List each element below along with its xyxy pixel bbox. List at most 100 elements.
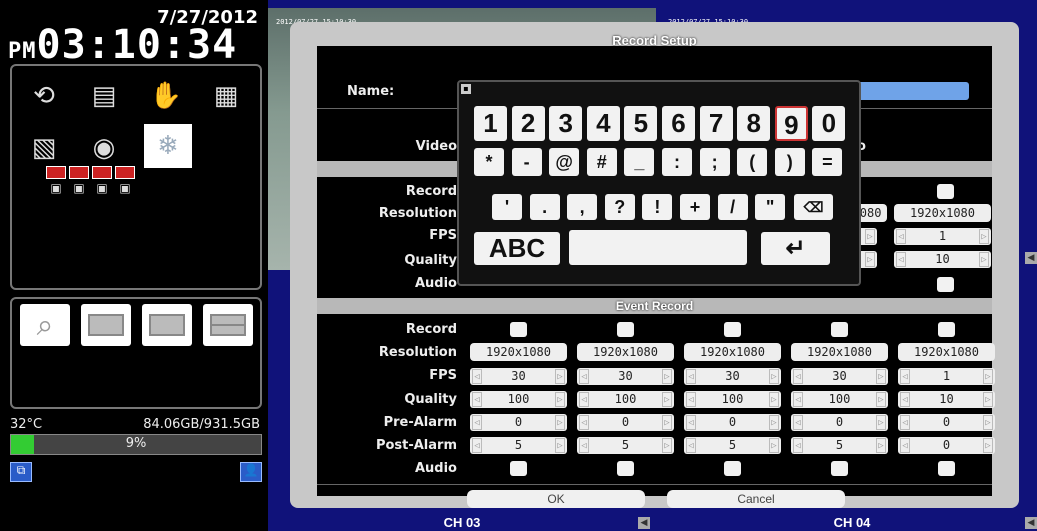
key-6[interactable]: 6: [662, 106, 695, 141]
scroll-left-icon[interactable]: ◀: [1025, 517, 1037, 529]
arrow-right-icon[interactable]: ▷: [662, 415, 672, 430]
record-checkbox[interactable]: [937, 184, 954, 199]
arrow-left-icon[interactable]: ◁: [579, 369, 589, 384]
symbol-key[interactable]: .: [529, 194, 560, 220]
pre-alarm-spinner[interactable]: ◁ 0 ▷: [577, 414, 674, 431]
post-alarm-spinner[interactable]: ◁ 5 ▷: [791, 437, 888, 454]
arrow-right-icon[interactable]: ▷: [555, 438, 565, 453]
symbol-key[interactable]: ,: [567, 194, 598, 220]
arrow-right-icon[interactable]: ▷: [983, 369, 993, 384]
zoom-icon[interactable]: ⌕: [20, 304, 70, 346]
arrow-left-icon[interactable]: ◁: [793, 369, 803, 384]
fps-spinner[interactable]: ◁ 1 ▷: [898, 368, 995, 385]
symbol-key[interactable]: ': [492, 194, 522, 220]
arrow-left-icon[interactable]: ◁: [793, 392, 803, 407]
pre-alarm-spinner[interactable]: ◁ 0 ▷: [684, 414, 781, 431]
arrow-right-icon[interactable]: ▷: [979, 229, 989, 244]
arrow-left-icon[interactable]: ◁: [579, 438, 589, 453]
key-1[interactable]: 1: [474, 106, 507, 141]
audio-checkbox[interactable]: [510, 461, 527, 476]
arrow-left-icon[interactable]: ◁: [900, 392, 910, 407]
symbol-key[interactable]: *: [474, 148, 504, 176]
symbol-key[interactable]: /: [717, 194, 748, 220]
user-icon[interactable]: 👤: [240, 462, 262, 482]
arrow-left-icon[interactable]: ◁: [686, 438, 696, 453]
backspace-key[interactable]: ⌫: [794, 194, 833, 220]
arrow-right-icon[interactable]: ▷: [865, 229, 875, 244]
key-5[interactable]: 5: [624, 106, 658, 141]
ok-button[interactable]: OK: [467, 490, 645, 508]
arrow-left-icon[interactable]: ◁: [686, 415, 696, 430]
symbol-key[interactable]: ): [774, 148, 805, 176]
post-alarm-spinner[interactable]: ◁ 5 ▷: [470, 437, 567, 454]
fps-spinner[interactable]: ◁ 30 ▷: [684, 368, 781, 385]
symbol-key[interactable]: =: [812, 148, 843, 176]
key-7[interactable]: 7: [699, 106, 733, 141]
quality-spinner[interactable]: ◁ 100 ▷: [470, 391, 567, 408]
key-9[interactable]: 9: [774, 106, 808, 141]
camera-icon[interactable]: ◉: [84, 128, 124, 168]
symbol-key[interactable]: ?: [604, 194, 635, 220]
arrow-left-icon[interactable]: ◁: [793, 415, 803, 430]
resolution-select[interactable]: 1920x1080: [894, 204, 991, 222]
symbol-key[interactable]: ": [755, 194, 786, 220]
audio-checkbox[interactable]: [937, 277, 954, 292]
pre-alarm-spinner[interactable]: ◁ 0 ▷: [898, 414, 995, 431]
audio-checkbox[interactable]: [724, 461, 741, 476]
arrow-left-icon[interactable]: ◁: [472, 438, 482, 453]
record-checkbox[interactable]: [617, 322, 634, 337]
symbol-key[interactable]: -: [511, 148, 542, 176]
arrow-left-icon[interactable]: ◁: [900, 438, 910, 453]
ptz-icon[interactable]: ✋: [146, 76, 186, 116]
log-search-icon[interactable]: ▧: [24, 128, 64, 168]
quality-spinner[interactable]: ◁ 10 ▷: [894, 251, 991, 268]
arrow-right-icon[interactable]: ▷: [555, 392, 565, 407]
space-key[interactable]: [569, 230, 747, 265]
resolution-select[interactable]: 1920x1080: [791, 343, 888, 361]
symbol-key[interactable]: (: [737, 148, 768, 176]
arrow-right-icon[interactable]: ▷: [983, 438, 993, 453]
symbol-key[interactable]: +: [680, 194, 710, 220]
record-checkbox[interactable]: [831, 322, 848, 337]
arrow-left-icon[interactable]: ◁: [579, 415, 589, 430]
arrow-right-icon[interactable]: ▷: [662, 438, 672, 453]
scroll-left-icon[interactable]: ◀: [1025, 252, 1037, 264]
arrow-left-icon[interactable]: ◁: [472, 392, 482, 407]
arrow-right-icon[interactable]: ▷: [983, 392, 993, 407]
fps-spinner[interactable]: ◁ 30 ▷: [470, 368, 567, 385]
resolution-select[interactable]: 1920x1080: [577, 343, 674, 361]
keyboard-close-icon[interactable]: ▪: [461, 84, 471, 94]
arrow-right-icon[interactable]: ▷: [876, 438, 886, 453]
schedule-search-icon[interactable]: ▦: [206, 76, 246, 116]
arrow-left-icon[interactable]: ◁: [900, 369, 910, 384]
quality-spinner[interactable]: ◁ 100 ▷: [684, 391, 781, 408]
arrow-right-icon[interactable]: ▷: [876, 415, 886, 430]
record-checkbox[interactable]: [938, 322, 955, 337]
arrow-left-icon[interactable]: ◁: [793, 438, 803, 453]
audio-checkbox[interactable]: [938, 461, 955, 476]
symbol-key[interactable]: :: [662, 148, 692, 176]
key-4[interactable]: 4: [586, 106, 620, 141]
abc-key[interactable]: ABC: [474, 232, 560, 265]
post-alarm-spinner[interactable]: ◁ 5 ▷: [577, 437, 674, 454]
network-icon[interactable]: ⧉: [10, 462, 32, 482]
enter-key[interactable]: ↵: [761, 232, 830, 265]
symbol-key[interactable]: !: [642, 194, 673, 220]
quality-spinner[interactable]: ◁ 100 ▷: [577, 391, 674, 408]
backup-icon[interactable]: ▤: [84, 76, 124, 116]
arrow-right-icon[interactable]: ▷: [876, 392, 886, 407]
arrow-right-icon[interactable]: ▷: [662, 369, 672, 384]
arrow-left-icon[interactable]: ◁: [686, 369, 696, 384]
arrow-left-icon[interactable]: ◁: [579, 392, 589, 407]
arrow-left-icon[interactable]: ◁: [896, 252, 906, 267]
fps-spinner[interactable]: ◁ 30 ▷: [577, 368, 674, 385]
key-0[interactable]: 0: [812, 106, 846, 141]
arrow-right-icon[interactable]: ▷: [979, 252, 989, 267]
pip-icon[interactable]: [81, 304, 131, 346]
arrow-right-icon[interactable]: ▷: [769, 415, 779, 430]
arrow-left-icon[interactable]: ◁: [686, 392, 696, 407]
quad-view-icon[interactable]: [203, 304, 253, 346]
key-2[interactable]: 2: [511, 106, 545, 141]
key-3[interactable]: 3: [549, 106, 583, 141]
arrow-left-icon[interactable]: ◁: [900, 415, 910, 430]
